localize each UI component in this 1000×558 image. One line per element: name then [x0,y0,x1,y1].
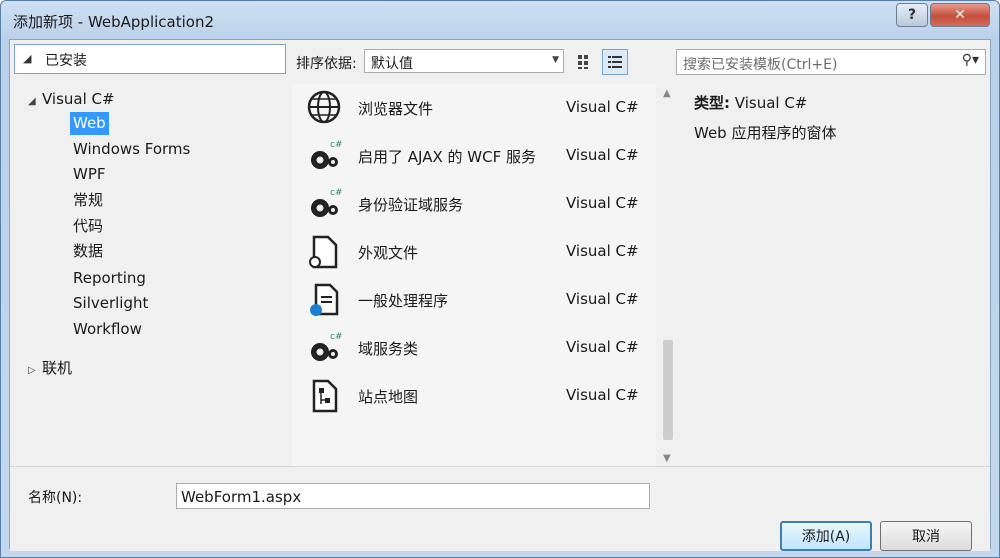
globe-icon [307,90,341,124]
tree-node-label: Visual C# [42,90,115,108]
add-button[interactable]: 添加(A) [780,521,872,551]
item-name: 身份验证域服务 [358,196,464,214]
dialog-body: ◢ 已安装 ◢ Visual C# Web Windows Forms WPF 常… [9,39,991,551]
tree-item-wpf[interactable]: WPF [70,163,109,186]
tree-item-windows-forms[interactable]: Windows Forms [70,138,193,161]
tree-item-reporting[interactable]: Reporting [70,267,149,290]
handler-icon [310,283,339,316]
scroll-thumb[interactable] [663,340,673,440]
collapsed-arrow-icon: ▷ [28,365,36,376]
tree-item-code[interactable]: 代码 [70,215,106,238]
list-item[interactable]: 浏览器文件 Visual C# [292,84,656,132]
template-tree: ◢ Visual C# Web Windows Forms WPF 常规 代码 数… [14,76,286,498]
detail-panel: 类型: Visual C# Web 应用程序的窗体 [680,84,988,468]
name-value: WebForm1.aspx [181,488,302,506]
list-item[interactable]: 一般处理程序 Visual C# [292,276,656,324]
list-item[interactable]: c# 身份验证域服务 Visual C# [292,180,656,228]
tree-node-online[interactable]: ▷ 联机 [28,357,72,378]
list-scrollbar[interactable]: ▲ ▼ [660,84,676,468]
scroll-down-icon[interactable]: ▼ [663,453,671,464]
title-bar[interactable]: 添加新项 - WebApplication2 ? ✕ [1,1,999,39]
sort-dropdown[interactable]: 默认值 ▼ [364,49,564,73]
bottom-bar: 名称(N): WebForm1.aspx 添加(A) 取消 [10,466,990,551]
tree-item-workflow[interactable]: Workflow [70,318,145,341]
skin-file-icon [309,235,338,269]
item-language: Visual C# [566,146,639,164]
item-language: Visual C# [566,98,639,116]
list-view-icon [608,56,622,68]
sort-value: 默认值 [371,56,413,72]
type-label: 类型: [694,94,730,112]
tree-item-web[interactable]: Web [70,112,109,135]
installed-label: 已安装 [45,53,87,69]
tree-node-label: 联机 [42,359,73,377]
search-input[interactable]: 搜索已安装模板(Ctrl+E) ⚲▾ [676,49,986,75]
name-label: 名称(N): [28,490,83,506]
tree-item-silverlight[interactable]: Silverlight [70,292,151,315]
collapse-arrow-icon: ◢ [23,52,32,65]
details-view-button[interactable] [602,49,628,75]
item-name: 浏览器文件 [358,100,434,118]
gear-cs-icon: c# [311,140,342,169]
grid-view-icon [578,55,588,69]
type-row: 类型: Visual C# [694,92,807,113]
list-item[interactable]: c# 域服务类 Visual C# [292,324,656,372]
svg-text:c#: c# [330,332,342,342]
svg-text:c#: c# [330,140,342,150]
list-item[interactable]: c# 启用了 AJAX 的 WCF 服务 Visual C# [292,132,656,180]
svg-text:c#: c# [330,188,342,198]
item-language: Visual C# [566,338,639,356]
tree-item-data[interactable]: 数据 [70,240,106,263]
window-title: 添加新项 - WebApplication2 [13,13,215,31]
type-value: Visual C# [734,94,808,112]
gear-cs-icon: c# [311,332,342,361]
item-language: Visual C# [566,242,639,260]
chevron-down-icon: ▼ [552,55,559,65]
list-item[interactable]: 外观文件 Visual C# [292,228,656,276]
item-name: 一般处理程序 [358,292,449,310]
close-button[interactable]: ✕ [930,3,990,27]
item-name: 站点地图 [358,388,419,406]
scroll-up-icon[interactable]: ▲ [663,88,671,99]
add-new-item-dialog: 添加新项 - WebApplication2 ? ✕ ◢ 已安装 ◢ Visual… [0,0,1000,558]
search-icon[interactable]: ⚲▾ [962,52,979,68]
gear-cs-icon: c# [311,188,342,217]
item-name: 启用了 AJAX 的 WCF 服务 [358,148,536,166]
item-name: 外观文件 [358,244,419,262]
name-field[interactable]: WebForm1.aspx [176,483,650,509]
sitemap-icon [312,379,338,413]
cancel-button[interactable]: 取消 [880,521,972,551]
search-placeholder: 搜索已安装模板(Ctrl+E) [683,57,838,73]
help-button[interactable]: ? [896,3,928,27]
item-name: 域服务类 [358,340,419,358]
expanded-arrow-icon: ◢ [28,96,36,107]
installed-header[interactable]: ◢ 已安装 [14,44,286,74]
list-item[interactable]: 站点地图 Visual C# [292,372,656,420]
tree-item-general[interactable]: 常规 [70,189,106,212]
item-language: Visual C# [566,194,639,212]
template-list: 浏览器文件 Visual C# c# 启用了 AJAX 的 WCF 服务 Vis… [292,84,656,468]
small-icons-view-button[interactable] [572,49,598,75]
item-language: Visual C# [566,290,639,308]
item-language: Visual C# [566,386,639,404]
template-description: Web 应用程序的窗体 [694,124,837,142]
tree-node-visual-csharp[interactable]: ◢ Visual C# [28,90,115,108]
sort-label: 排序依据: [296,56,357,72]
